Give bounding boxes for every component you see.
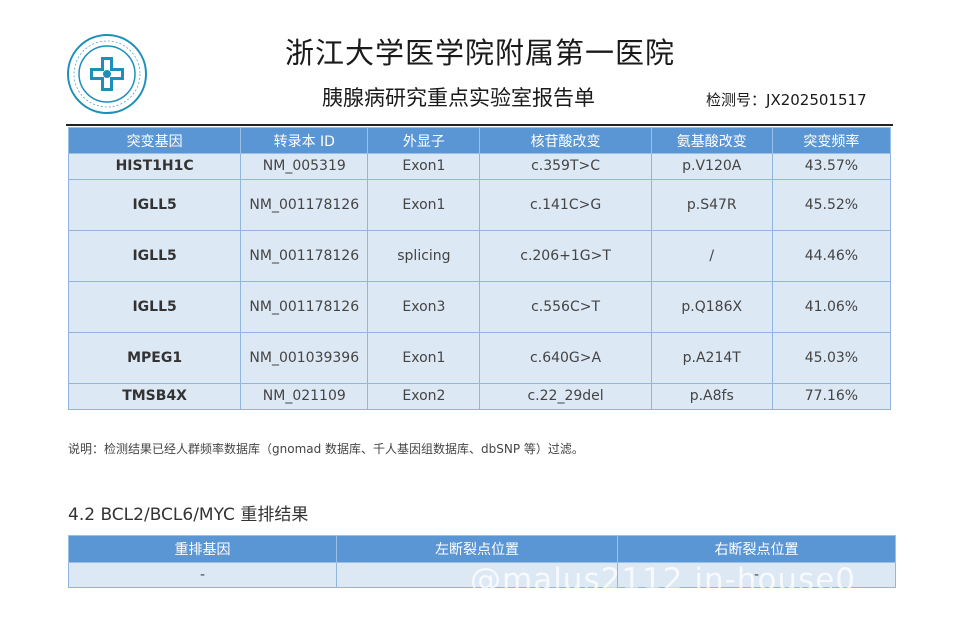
rearrangement-table-header: 重排基因 左断裂点位置 右断裂点位置 bbox=[68, 535, 896, 563]
amino-acid-cell: / bbox=[650, 230, 773, 282]
gene-cell: IGLL5 bbox=[67, 179, 242, 231]
col-header-left-breakpoint: 左断裂点位置 bbox=[336, 535, 618, 563]
exon-cell: Exon3 bbox=[367, 281, 481, 333]
section-title-rearrangement: 4.2 BCL2/BCL6/MYC 重排结果 bbox=[68, 505, 309, 525]
transcript-cell: NM_001178126 bbox=[240, 230, 369, 282]
transcript-cell: NM_001178126 bbox=[240, 179, 369, 231]
amino-acid-cell: p.A214T bbox=[650, 332, 773, 384]
col-header-rearranged-gene: 重排基因 bbox=[68, 535, 337, 563]
transcript-cell: NM_001039396 bbox=[240, 332, 369, 384]
exon-cell: Exon1 bbox=[367, 179, 481, 231]
frequency-cell: 44.46% bbox=[771, 230, 892, 282]
table-row: IGLL5 NM_001178126 Exon1 c.141C>G p.S47R… bbox=[67, 179, 892, 231]
col-header-amino-acid: 氨基酸改变 bbox=[650, 127, 773, 154]
table-row: HIST1H1C NM_005319 Exon1 c.359T>C p.V120… bbox=[67, 153, 892, 180]
rearranged-gene-cell: - bbox=[68, 562, 337, 588]
frequency-cell: 45.03% bbox=[771, 332, 892, 384]
col-header-gene: 突变基因 bbox=[67, 127, 242, 154]
col-header-frequency: 突变频率 bbox=[771, 127, 892, 154]
exon-cell: Exon1 bbox=[367, 332, 481, 384]
nucleotide-cell: c.359T>C bbox=[479, 153, 652, 180]
exon-cell: Exon1 bbox=[367, 153, 481, 180]
nucleotide-cell: c.22_29del bbox=[479, 383, 652, 410]
transcript-cell: NM_001178126 bbox=[240, 281, 369, 333]
lab-report-title: 胰腺病研究重点实验室报告单 bbox=[322, 86, 595, 110]
amino-acid-cell: p.V120A bbox=[650, 153, 773, 180]
col-header-right-breakpoint: 右断裂点位置 bbox=[617, 535, 896, 563]
amino-acid-cell: p.S47R bbox=[650, 179, 773, 231]
nucleotide-cell: c.640G>A bbox=[479, 332, 652, 384]
amino-acid-cell: p.Q186X bbox=[650, 281, 773, 333]
gene-cell: HIST1H1C bbox=[67, 153, 242, 180]
nucleotide-cell: c.206+1G>T bbox=[479, 230, 652, 282]
gene-cell: IGLL5 bbox=[67, 230, 242, 282]
gene-cell: MPEG1 bbox=[67, 332, 242, 384]
hospital-name: 浙江大学医学院附属第一医院 bbox=[284, 36, 675, 70]
nucleotide-cell: c.556C>T bbox=[479, 281, 652, 333]
amino-acid-cell: p.A8fs bbox=[650, 383, 773, 410]
exon-cell: Exon2 bbox=[367, 383, 481, 410]
gene-cell: TMSB4X bbox=[67, 383, 242, 410]
table-row: IGLL5 NM_001178126 Exon3 c.556C>T p.Q186… bbox=[67, 281, 892, 333]
table-row: MPEG1 NM_001039396 Exon1 c.640G>A p.A214… bbox=[67, 332, 892, 384]
frequency-cell: 43.57% bbox=[771, 153, 892, 180]
frequency-cell: 77.16% bbox=[771, 383, 892, 410]
table-row: TMSB4X NM_021109 Exon2 c.22_29del p.A8fs… bbox=[67, 383, 892, 410]
gene-cell: IGLL5 bbox=[67, 281, 242, 333]
mutation-table-header: 突变基因 转录本 ID 外显子 核苷酸改变 氨基酸改变 突变频率 bbox=[67, 127, 892, 154]
report-number-value: JX202501517 bbox=[766, 91, 867, 109]
watermark: @malus2112 in-house0 bbox=[470, 562, 857, 598]
nucleotide-cell: c.141C>G bbox=[479, 179, 652, 231]
frequency-cell: 45.52% bbox=[771, 179, 892, 231]
mutation-table: 突变基因 转录本 ID 外显子 核苷酸改变 氨基酸改变 突变频率 HIST1H1… bbox=[67, 127, 892, 410]
col-header-exon: 外显子 bbox=[367, 127, 481, 154]
transcript-cell: NM_005319 bbox=[240, 153, 369, 180]
report-number: 检测号：JX202501517 bbox=[706, 89, 867, 110]
transcript-cell: NM_021109 bbox=[240, 383, 369, 410]
table-row: IGLL5 NM_001178126 splicing c.206+1G>T /… bbox=[67, 230, 892, 282]
filter-note: 说明：检测结果已经人群频率数据库（gnomad 数据库、千人基因组数据库、dbS… bbox=[68, 442, 584, 456]
header-divider bbox=[66, 124, 893, 126]
report-number-label: 检测号： bbox=[706, 91, 767, 109]
exon-cell: splicing bbox=[367, 230, 481, 282]
col-header-nucleotide: 核苷酸改变 bbox=[479, 127, 652, 154]
frequency-cell: 41.06% bbox=[771, 281, 892, 333]
col-header-transcript: 转录本 ID bbox=[240, 127, 369, 154]
